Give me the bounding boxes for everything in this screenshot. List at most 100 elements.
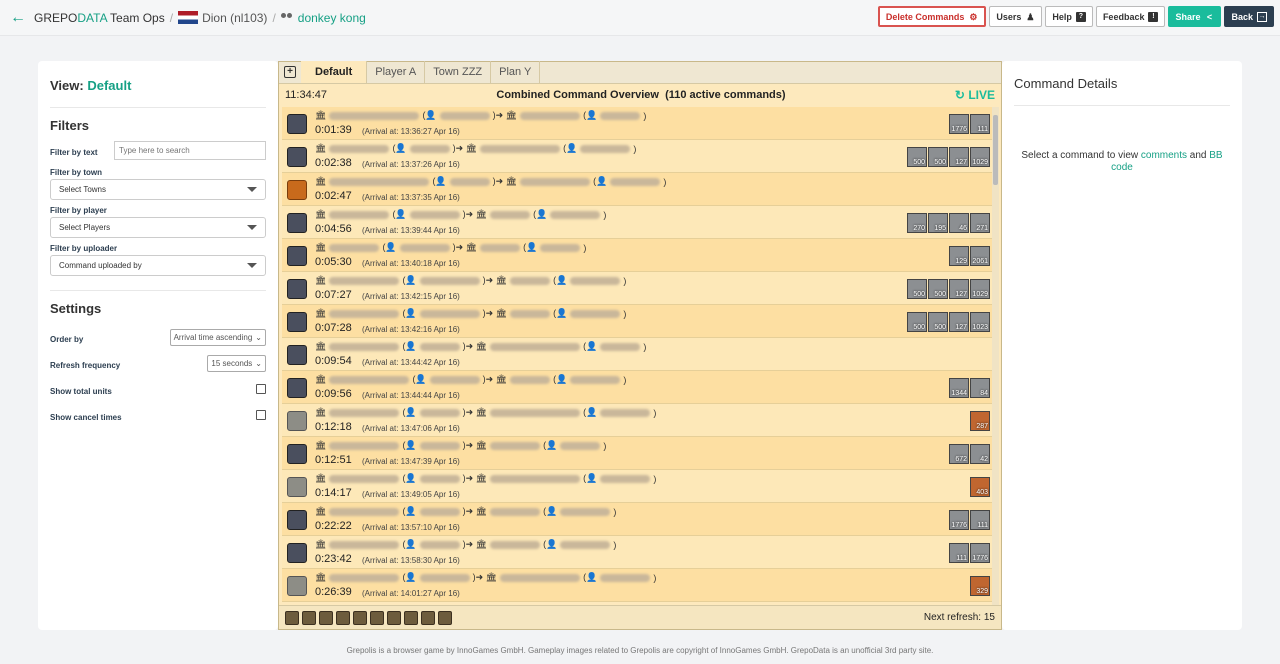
origin-player xyxy=(419,276,480,285)
back-button[interactable]: Back → xyxy=(1224,6,1274,27)
player-select[interactable]: Select Players xyxy=(50,217,266,238)
command-row[interactable]: 🏛 (👤)➜ 🏛 (👤) 0:12:51 (Arrival at: 13:47:39 A… xyxy=(282,437,992,470)
paren: (👤 xyxy=(543,506,558,516)
breadcrumb-team[interactable]: donkey kong xyxy=(280,11,366,25)
town-select[interactable]: Select Towns xyxy=(50,179,266,200)
portal-filter-icon[interactable] xyxy=(387,610,401,625)
exit-icon: → xyxy=(1257,11,1267,22)
temple-icon: 🏛 xyxy=(315,539,327,549)
unit-icon: 127 xyxy=(949,147,969,167)
arrow-icon: )➜ 🏛 xyxy=(482,275,508,285)
order-label: Order by xyxy=(50,334,84,344)
tab-default[interactable]: Default xyxy=(301,61,368,83)
command-row[interactable]: 🏛 (👤)➜ 🏛 (👤) 0:12:18 (Arrival at: 13:47:06 A… xyxy=(282,404,992,437)
order-select[interactable]: Arrival time ascending ⌄ xyxy=(169,328,266,346)
refresh-select[interactable]: 15 seconds ⌄ xyxy=(207,354,266,372)
delete-commands-button[interactable]: Delete Commands ⚙ xyxy=(877,6,987,27)
filters-heading: Filters xyxy=(50,118,90,133)
breadcrumb-separator: / xyxy=(169,10,174,25)
paren: ) xyxy=(603,440,607,451)
command-row[interactable]: 🏛 (👤)➜ 🏛 (👤) 0:09:54 (Arrival at: 13:44:42 A… xyxy=(282,338,992,371)
temple-icon: 🏛 xyxy=(315,341,327,351)
unit-count: 287 xyxy=(976,423,988,430)
origin-player xyxy=(429,375,480,384)
command-arrival: (Arrival at: 13:37:35 Apr 16) xyxy=(362,193,460,202)
target-town xyxy=(490,408,581,417)
total-units-row: Show total units xyxy=(50,376,266,402)
breadcrumb-separator: / xyxy=(272,10,276,25)
unit-list: 403 xyxy=(970,477,990,497)
command-row[interactable]: 🏛 (👤)➜ 🏛 (👤) 0:02:38 (Arrival at: 13:37:26 A… xyxy=(282,140,992,173)
origin-town xyxy=(329,309,400,318)
unit-icon: 500 xyxy=(907,279,927,299)
command-arrival: (Arrival at: 13:36:27 Apr 16) xyxy=(362,127,460,136)
uploader-select[interactable]: Command uploaded by xyxy=(50,255,266,276)
unit-icon: 129 xyxy=(949,246,969,266)
overview-header: 11:34:47 Combined Command Overview (110 … xyxy=(279,84,1001,106)
support-filter-icon[interactable] xyxy=(285,610,299,625)
command-row[interactable]: 🏛 (👤)➜ 🏛 (👤) 0:14:17 (Arrival at: 13:49:05 A… xyxy=(282,470,992,503)
tab-plan-y[interactable]: Plan Y xyxy=(491,61,541,83)
temple-icon: 🏛 xyxy=(315,473,327,483)
unit-list: 500 500 127 1029 xyxy=(907,279,990,299)
page-footer: Grepolis is a browser game by InnoGames … xyxy=(346,646,934,655)
target-player xyxy=(600,111,641,120)
scrollbar-thumb[interactable] xyxy=(993,115,998,185)
command-row[interactable]: 🏛 (👤)➜ 🏛 (👤) 0:07:27 (Arrival at: 13:42:15 A… xyxy=(282,272,992,305)
paren: (👤 xyxy=(402,341,417,351)
command-row[interactable]: 🏛 (👤)➜ 🏛 (👤) 0:26:39 (Arrival at: 14:01:27 A… xyxy=(282,569,992,602)
command-row[interactable]: 🏛 (👤)➜ 🏛 (👤) 0:04:56 (Arrival at: 13:39:44 A… xyxy=(282,206,992,239)
brand-title[interactable]: GREPODATA Team Ops xyxy=(34,11,165,25)
command-row[interactable]: 🏛 (👤)➜ 🏛 (👤) 0:07:28 (Arrival at: 13:42:16 A… xyxy=(282,305,992,338)
unit-icon: 127 xyxy=(949,279,969,299)
unit-count: 1776 xyxy=(951,126,967,133)
unit-count: 500 xyxy=(913,291,925,298)
command-row[interactable]: 🏛 (👤)➜ 🏛 (👤) 0:01:39 (Arrival at: 13:36:27 A… xyxy=(282,107,992,140)
feedback-button[interactable]: Feedback! xyxy=(1095,6,1166,27)
command-row[interactable]: 🏛 (👤)➜ 🏛 (👤) 0:02:47 (Arrival at: 13:37:35 A… xyxy=(282,173,992,206)
spell-filter-icon[interactable] xyxy=(319,610,333,625)
command-row[interactable]: 🏛 (👤)➜ 🏛 (👤) 0:05:30 (Arrival at: 13:40:18 A… xyxy=(282,239,992,272)
colonize-filter-icon[interactable] xyxy=(370,610,384,625)
unit-count: 500 xyxy=(913,324,925,331)
search-input[interactable] xyxy=(114,141,266,160)
help-button[interactable]: Help? xyxy=(1045,6,1093,27)
origin-player xyxy=(419,573,470,582)
command-row[interactable]: 🏛 (👤)➜ 🏛 (👤) 0:22:22 (Arrival at: 13:57:10 A… xyxy=(282,503,992,536)
cancel-times-checkbox[interactable] xyxy=(256,410,266,420)
live-indicator[interactable]: ↻ LIVE xyxy=(955,88,995,102)
sword-filter-icon[interactable] xyxy=(421,610,435,625)
breadcrumb-world[interactable]: Dion (nl103) xyxy=(178,11,267,25)
view-tabs: + Default Player A Town ZZZ Plan Y xyxy=(279,61,1001,84)
unit-count: 1029 xyxy=(972,159,988,166)
unit-icon: 1776 xyxy=(970,543,990,563)
overview-title: Combined Command Overview (110 active co… xyxy=(496,89,786,101)
unit-count: 42 xyxy=(980,456,988,463)
target-player xyxy=(610,177,661,186)
arrow-icon: )➜ 🏛 xyxy=(482,374,508,384)
total-units-checkbox[interactable] xyxy=(256,384,266,394)
flame-filter-icon[interactable] xyxy=(404,610,418,625)
attack-filter-icon[interactable] xyxy=(302,610,316,625)
users-button[interactable]: Users ♟ xyxy=(989,6,1043,27)
add-tab-button[interactable]: + xyxy=(279,61,301,83)
unit-count: 195 xyxy=(934,225,946,232)
command-row[interactable]: 🏛 (👤)➜ 🏛 (👤) 0:23:42 (Arrival at: 13:58:30 A… xyxy=(282,536,992,569)
comments-link[interactable]: comments xyxy=(1141,150,1187,161)
unit-list: 111 1776 xyxy=(949,543,990,563)
unit-icon: 1023 xyxy=(970,312,990,332)
arrow-icon: )➜ 🏛 xyxy=(472,572,498,582)
return-filter-icon[interactable] xyxy=(438,610,452,625)
target-player xyxy=(540,243,581,252)
share-button[interactable]: Share < xyxy=(1168,6,1222,27)
siege-filter-icon[interactable] xyxy=(336,610,350,625)
origin-player xyxy=(419,441,460,450)
tab-player-a[interactable]: Player A xyxy=(367,61,426,83)
back-arrow-icon[interactable]: ← xyxy=(10,9,26,27)
tab-town-zzz[interactable]: Town ZZZ xyxy=(425,61,492,83)
command-route: 🏛 (👤)➜ 🏛 (👤) xyxy=(315,110,646,121)
temple-icon: 🏛 xyxy=(315,440,327,450)
command-row[interactable]: 🏛 (👤)➜ 🏛 (👤) 0:09:56 (Arrival at: 13:44:44 A… xyxy=(282,371,992,404)
revolt-filter-icon[interactable] xyxy=(353,610,367,625)
command-list-scrollbar[interactable] xyxy=(992,107,999,605)
